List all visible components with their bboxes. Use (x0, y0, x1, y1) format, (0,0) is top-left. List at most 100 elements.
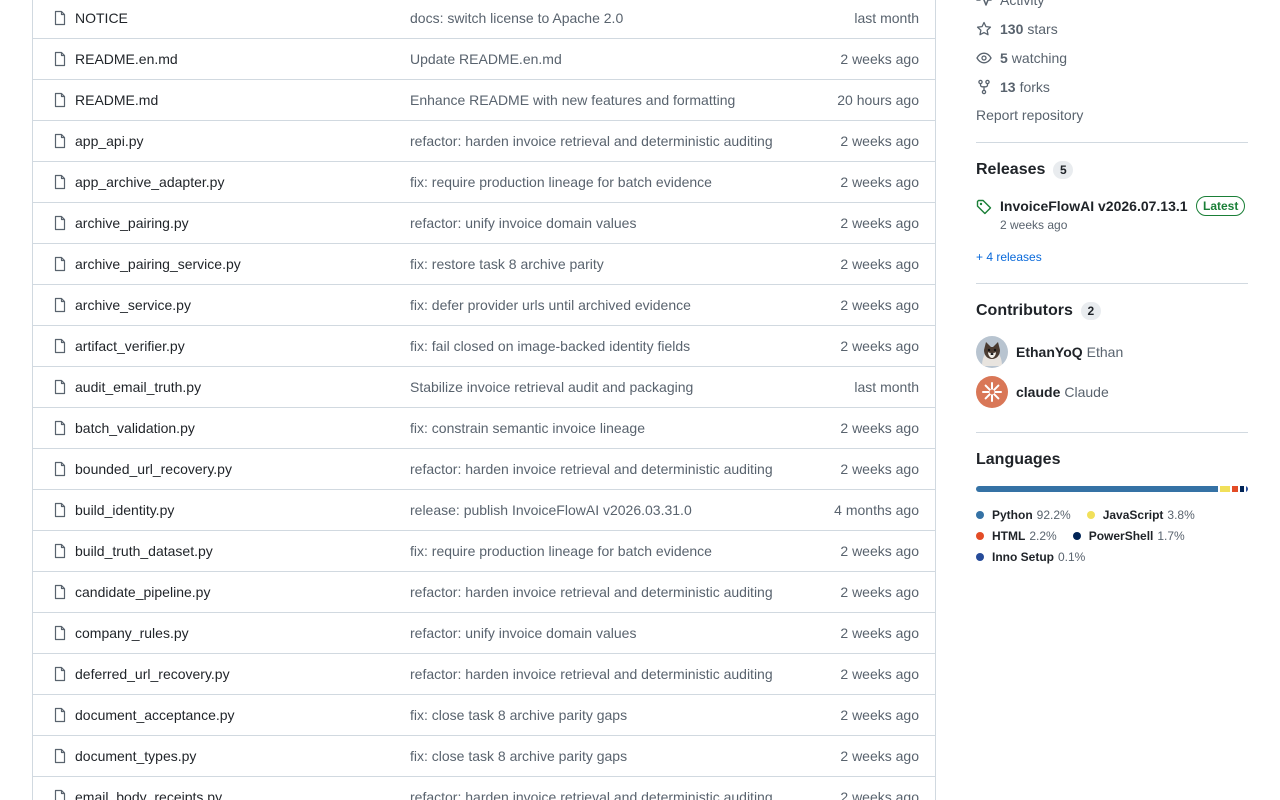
forks-link[interactable]: 13 forks (976, 77, 1050, 97)
file-name-link[interactable]: archive_service.py (75, 297, 191, 313)
commit-message-link[interactable]: refactor: unify invoice domain values (410, 215, 636, 231)
file-icon (52, 420, 68, 436)
file-name-link[interactable]: NOTICE (75, 10, 128, 26)
language-color-dot (1086, 510, 1095, 519)
language-percent: 0.1% (1058, 549, 1086, 564)
contributor-claude[interactable]: claude Claude (976, 376, 1109, 408)
commit-message-link[interactable]: fix: fail closed on image-backed identit… (410, 338, 690, 354)
table-row[interactable]: archive_pairing.py refactor: unify invoic… (33, 203, 935, 244)
table-row[interactable]: document_types.py fix: close task 8 archi… (33, 736, 935, 777)
table-row[interactable]: email_body_receipts.py refactor: harden i… (33, 777, 935, 800)
commit-message-link[interactable]: refactor: harden invoice retrieval and d… (410, 666, 773, 682)
latest-badge: Latest (1196, 196, 1246, 216)
contributor-login: EthanYoQ (1016, 344, 1083, 360)
table-row[interactable]: document_acceptance.py fix: close task 8 … (33, 695, 935, 736)
language-line: Inno Setup 0.1% (976, 546, 1248, 567)
table-row[interactable]: deferred_url_recovery.py refactor: harden… (33, 654, 935, 695)
commit-message-link[interactable]: release: publish InvoiceFlowAI v2026.03.… (410, 502, 692, 518)
file-name-link[interactable]: document_types.py (75, 748, 196, 764)
commit-date: last month (854, 10, 919, 26)
forks-count: 13 (1000, 79, 1016, 95)
language-powershell[interactable]: PowerShell 1.7% (1072, 528, 1185, 543)
commit-message-link[interactable]: Update README.en.md (410, 51, 562, 67)
commit-message-link[interactable]: fix: defer provider urls until archived … (410, 297, 691, 313)
language-percent: 1.7% (1157, 528, 1185, 543)
file-name-link[interactable]: document_acceptance.py (75, 707, 235, 723)
table-row[interactable]: app_archive_adapter.py fix: require produ… (33, 162, 935, 203)
releases-title: Releases (976, 161, 1046, 178)
latest-release-name[interactable]: InvoiceFlowAI v2026.07.13.1 (1000, 198, 1188, 214)
file-name-link[interactable]: build_identity.py (75, 502, 174, 518)
table-row[interactable]: bounded_url_recovery.py refactor: harden … (33, 449, 935, 490)
table-row[interactable]: batch_validation.py fix: constrain semant… (33, 408, 935, 449)
commit-message-link[interactable]: refactor: unify invoice domain values (410, 625, 636, 641)
commit-message-link[interactable]: docs: switch license to Apache 2.0 (410, 10, 623, 26)
commit-message-link[interactable]: fix: require production lineage for batc… (410, 543, 712, 559)
table-row[interactable]: NOTICE docs: switch license to Apache 2.0… (33, 0, 935, 39)
commit-message-link[interactable]: Stabilize invoice retrieval audit and pa… (410, 379, 693, 395)
table-row[interactable]: app_api.py refactor: harden invoice retri… (33, 121, 935, 162)
watching-link[interactable]: 5 watching (976, 48, 1067, 68)
table-row[interactable]: artifact_verifier.py fix: fail closed on … (33, 326, 935, 367)
contributors-heading[interactable]: Contributors 2 (976, 302, 1101, 320)
table-row[interactable]: audit_email_truth.py Stabilize invoice re… (33, 367, 935, 408)
report-repository-link[interactable]: Report repository (976, 107, 1083, 123)
contributors-count-badge: 2 (1080, 302, 1101, 320)
fork-icon (978, 79, 990, 95)
table-row[interactable]: candidate_pipeline.py refactor: harden in… (33, 572, 935, 613)
activity-link[interactable]: Activity (976, 0, 1044, 10)
language-python[interactable]: Python 92.2% (976, 508, 1071, 522)
language-javascript[interactable]: JavaScript 3.8% (1086, 508, 1195, 522)
file-name-link[interactable]: audit_email_truth.py (75, 379, 201, 395)
table-row[interactable]: archive_service.py fix: defer provider ur… (33, 285, 935, 326)
stars-link[interactable]: 130 stars (976, 19, 1058, 39)
language-bar-segment (976, 486, 1219, 492)
commit-message-link[interactable]: refactor: harden invoice retrieval and d… (410, 461, 773, 477)
commit-message-link[interactable]: refactor: harden invoice retrieval and d… (410, 584, 773, 600)
file-name-link[interactable]: README.en.md (75, 51, 178, 67)
table-row[interactable]: build_truth_dataset.py fix: require produ… (33, 531, 935, 572)
file-name-link[interactable]: deferred_url_recovery.py (75, 666, 230, 682)
commit-message-link[interactable]: Enhance README with new features and for… (410, 92, 735, 108)
table-row[interactable]: archive_pairing_service.py fix: restore t… (33, 244, 935, 285)
language-html[interactable]: HTML 2.2% (976, 529, 1057, 543)
table-row[interactable]: README.en.md Update README.en.md 2 weeks a… (33, 39, 935, 80)
table-row[interactable]: company_rules.py refactor: unify invoice … (33, 613, 935, 654)
commit-message-link[interactable]: fix: require production lineage for batc… (410, 174, 712, 190)
file-name-link[interactable]: build_truth_dataset.py (75, 543, 213, 559)
commit-message-link[interactable]: refactor: harden invoice retrieval and d… (410, 133, 773, 149)
file-icon (52, 51, 68, 67)
file-name-link[interactable]: app_api.py (75, 133, 144, 149)
forks-label: forks (1019, 79, 1050, 95)
commit-message-link[interactable]: fix: constrain semantic invoice lineage (410, 420, 645, 436)
table-row[interactable]: build_identity.py release: publish Invoic… (33, 490, 935, 531)
commit-message-link[interactable]: fix: close task 8 archive parity gaps (410, 707, 627, 723)
file-name-link[interactable]: archive_pairing.py (75, 215, 189, 231)
commit-date: 2 weeks ago (840, 543, 919, 559)
contributor-name: Claude (1064, 384, 1109, 400)
file-name-link[interactable]: README.md (75, 92, 158, 108)
releases-heading[interactable]: Releases 5 (976, 161, 1074, 179)
language-inno-setup[interactable]: Inno Setup 0.1% (976, 550, 1085, 564)
table-row[interactable]: README.md Enhance README with new feature… (33, 80, 935, 121)
file-name-link[interactable]: app_archive_adapter.py (75, 174, 224, 190)
contributor-ethanyoq[interactable]: EthanYoQ Ethan (976, 336, 1123, 368)
file-name-link[interactable]: candidate_pipeline.py (75, 584, 210, 600)
file-name-link[interactable]: artifact_verifier.py (75, 338, 185, 354)
eye-icon (976, 52, 992, 64)
file-name-link[interactable]: archive_pairing_service.py (75, 256, 241, 272)
file-icon (52, 666, 68, 682)
file-name-link[interactable]: bounded_url_recovery.py (75, 461, 232, 477)
latest-release-date: 2 weeks ago (1000, 218, 1068, 232)
more-releases-link[interactable]: + 4 releases (976, 250, 1042, 264)
tag-icon (976, 199, 992, 215)
file-name-link[interactable]: batch_validation.py (75, 420, 195, 436)
commit-message-link[interactable]: fix: restore task 8 archive parity (410, 256, 604, 272)
commit-date: 2 weeks ago (840, 625, 919, 641)
file-name-link[interactable]: company_rules.py (75, 625, 189, 641)
file-name-link[interactable]: email_body_receipts.py (75, 789, 222, 800)
commit-date: 2 weeks ago (840, 174, 919, 190)
commit-message-link[interactable]: fix: close task 8 archive parity gaps (410, 748, 627, 764)
commit-message-link[interactable]: refactor: harden invoice retrieval and d… (410, 789, 773, 800)
latest-release[interactable]: InvoiceFlowAI v2026.07.13.1 Latest 2 wee… (976, 196, 1248, 236)
